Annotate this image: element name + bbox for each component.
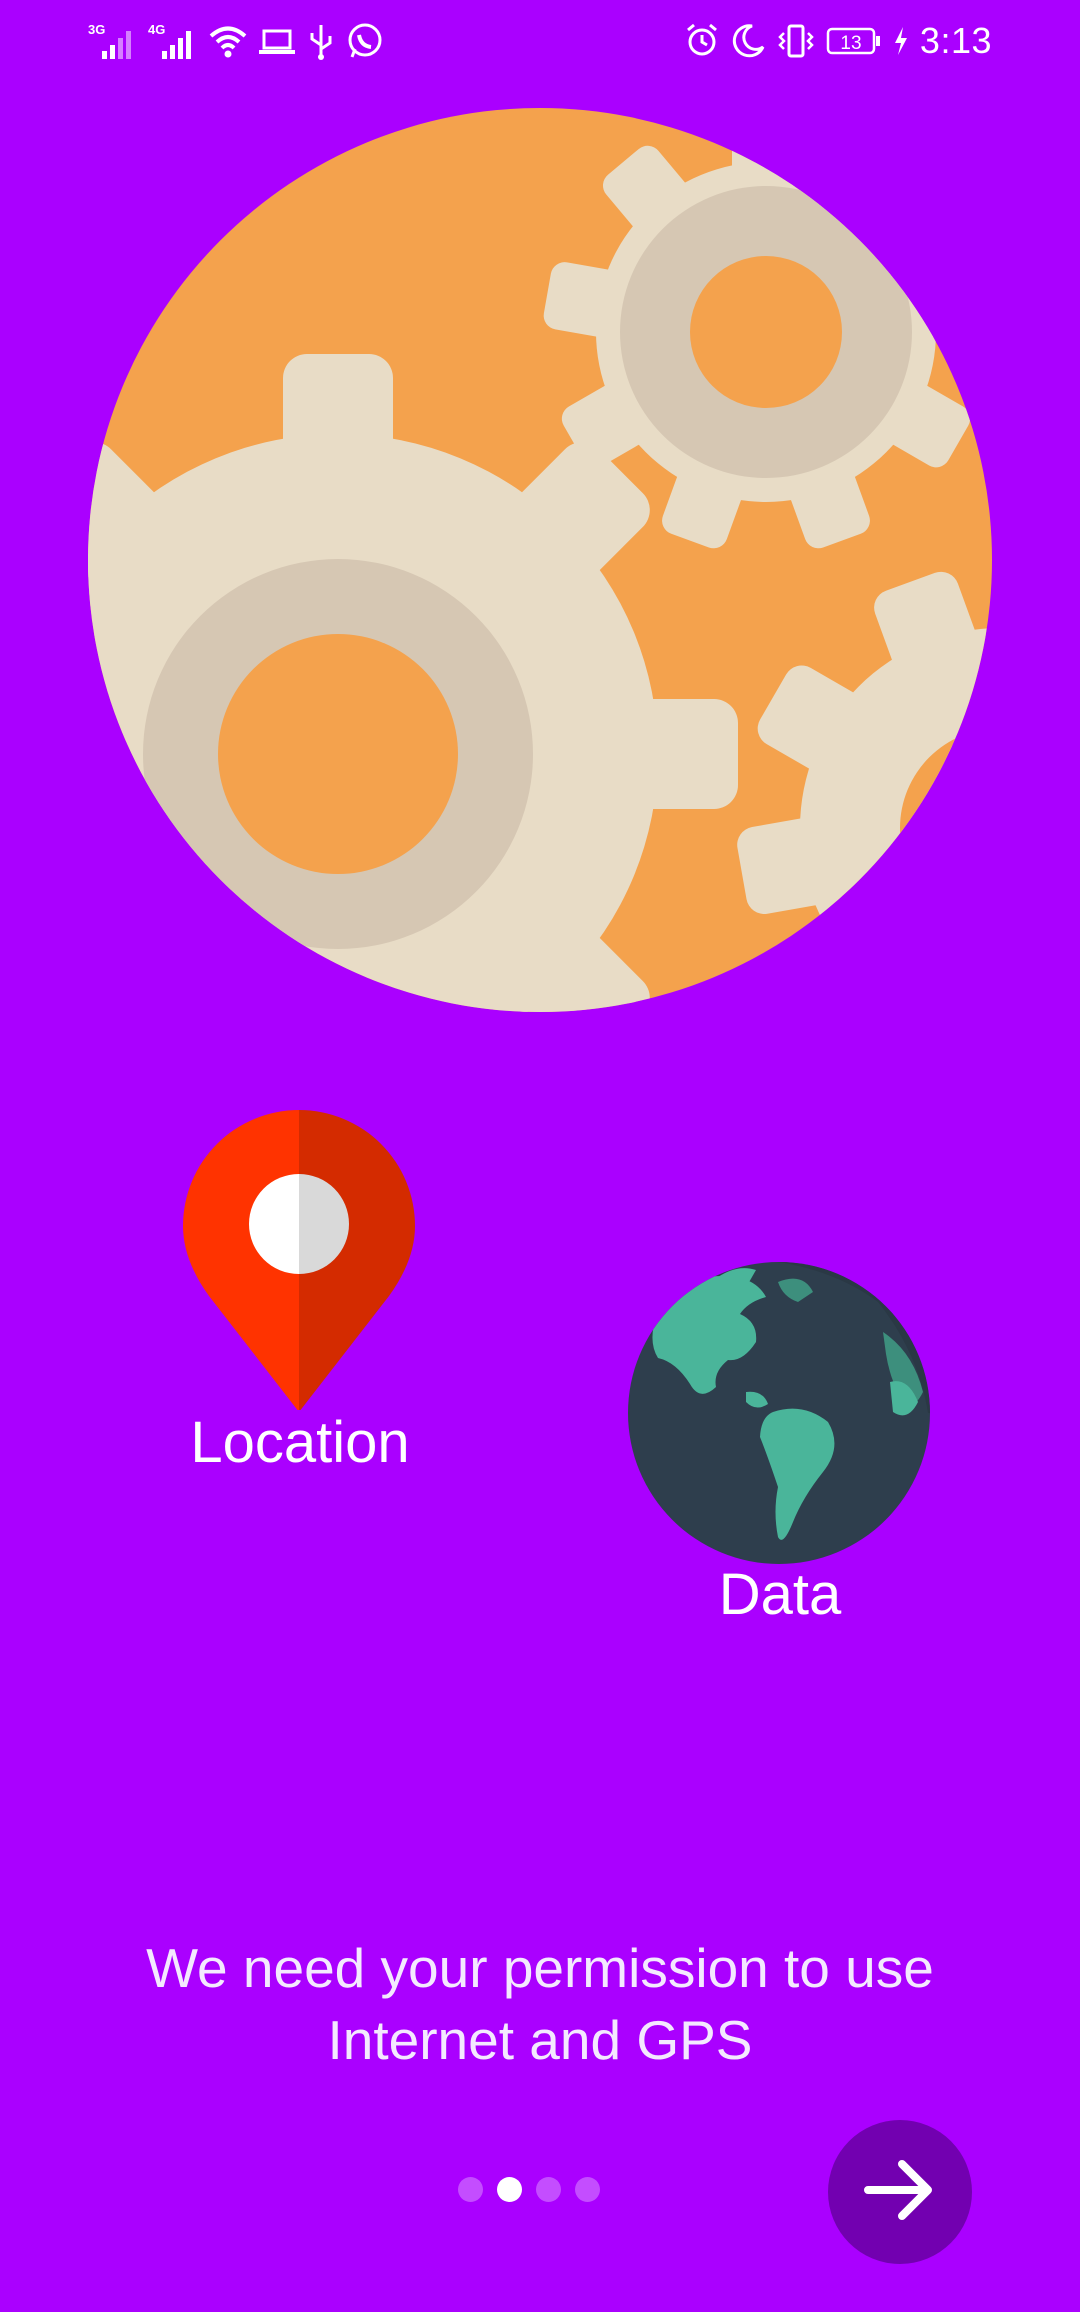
- svg-text:3G: 3G: [88, 22, 105, 37]
- vibrate-icon: [776, 21, 816, 61]
- status-time: 3:13: [919, 20, 992, 61]
- charging-icon: [892, 21, 910, 61]
- data-label: Data: [718, 1562, 842, 1627]
- gears-circle-illustration: [88, 108, 992, 1012]
- battery-icon: 13: [826, 21, 882, 61]
- svg-text:4G: 4G: [148, 22, 165, 37]
- location-label: Location: [190, 1410, 410, 1475]
- permission-message-line-2: Internet and GPS: [327, 2009, 753, 2071]
- moon-icon: [730, 21, 766, 61]
- alarm-icon: [684, 21, 720, 61]
- wifi-icon: [208, 21, 248, 61]
- page-indicator: [458, 2177, 600, 2202]
- next-button[interactable]: [828, 2120, 972, 2264]
- usb-icon: [306, 21, 336, 61]
- page-dot-3[interactable]: [536, 2177, 561, 2202]
- whatsapp-icon: [346, 21, 384, 61]
- status-bar-left: 3G 4G: [88, 18, 384, 64]
- status-bar-right: 13 3:13: [684, 18, 992, 64]
- page-dot-1[interactable]: [458, 2177, 483, 2202]
- permission-message-line-1: We need your permission to use: [146, 1937, 934, 1999]
- signal-3g-icon: 3G: [88, 21, 138, 61]
- page-dot-4[interactable]: [575, 2177, 600, 2202]
- laptop-icon: [258, 21, 296, 61]
- status-bar: 3G 4G 13 3:13: [0, 0, 1080, 80]
- arrow-right-icon: [862, 2152, 938, 2233]
- svg-text:13: 13: [840, 33, 861, 54]
- permission-message: We need your permission to use Internet …: [60, 1932, 1020, 2076]
- signal-4g-icon: 4G: [148, 21, 198, 61]
- location-pin-icon: [183, 1110, 415, 1412]
- page-dot-2-active[interactable]: [497, 2177, 522, 2202]
- globe-icon: [628, 1262, 930, 1564]
